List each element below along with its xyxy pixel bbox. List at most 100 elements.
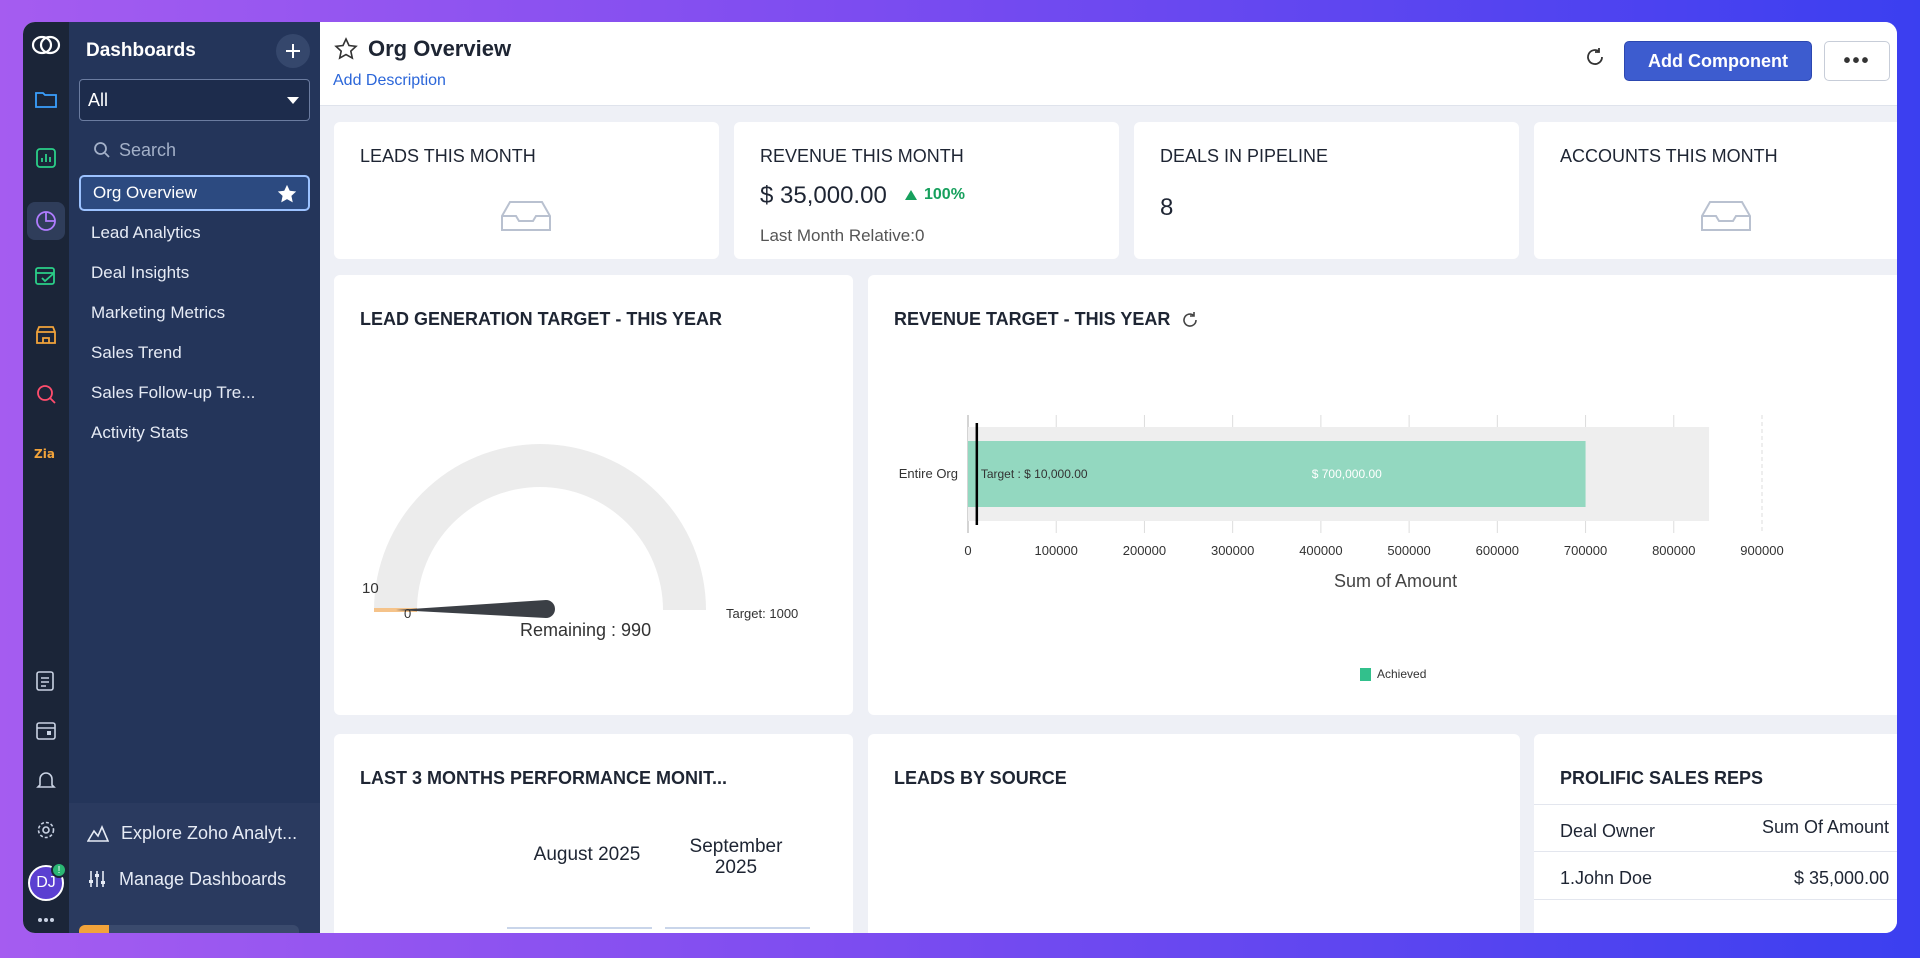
legend-swatch xyxy=(1360,667,1371,681)
row-owner: 1.John Doe xyxy=(1560,868,1653,888)
card-title: PROLIFIC SALES REPS xyxy=(1560,768,1764,788)
star-filled-icon[interactable] xyxy=(276,183,298,205)
gear-icon[interactable] xyxy=(31,815,61,845)
sidebar-item-label: Deal Insights xyxy=(91,263,190,282)
store-icon[interactable] xyxy=(31,320,61,350)
explore-label: Explore Zoho Analyt... xyxy=(121,822,298,843)
x-tick-label: 100000 xyxy=(1035,543,1078,558)
card-title: DEALS IN PIPELINE xyxy=(1160,146,1329,166)
folder-icon[interactable] xyxy=(31,84,61,114)
table-grid-line xyxy=(507,927,652,929)
deals-value: 8 xyxy=(1160,194,1174,221)
sidebar-item-label: Activity Stats xyxy=(91,423,189,442)
sliders-icon xyxy=(89,871,105,887)
sidebar-item-marketing-metrics[interactable]: Marketing Metrics xyxy=(79,295,310,331)
sidebar-item-sales-trend[interactable]: Sales Trend xyxy=(79,335,310,371)
calendar-icon[interactable] xyxy=(31,715,61,745)
chevron-down-icon xyxy=(287,96,299,104)
column-deal-owner[interactable]: Deal Owner xyxy=(1560,821,1655,842)
add-component-button[interactable]: Add Component xyxy=(1624,41,1812,81)
card-title: LEADS BY SOURCE xyxy=(894,768,1067,788)
manage-label: Manage Dashboards xyxy=(119,868,287,889)
refresh-icon[interactable] xyxy=(1584,46,1606,74)
page-title: Org Overview xyxy=(368,36,512,61)
sidebar-item-lead-analytics[interactable]: Lead Analytics xyxy=(79,215,310,251)
dashboard-list: Org Overview Lead Analytics Deal Insight… xyxy=(69,175,320,451)
manage-dashboards-link[interactable]: Manage Dashboards xyxy=(69,861,320,897)
accounts-this-month-card: ACCOUNTS THIS MONTH xyxy=(1534,122,1897,259)
prolific-sales-reps-card: PROLIFIC SALES REPS Deal Owner Sum Of Am… xyxy=(1534,734,1897,933)
target-data-label: Target : $ 10,000.00 xyxy=(981,467,1088,481)
lead-generation-gauge-card: LEAD GENERATION TARGET - THIS YEAR 10 0 … xyxy=(334,275,853,715)
revenue-value: $ 35,000.00 xyxy=(760,182,887,209)
card-title: LAST 3 MONTHS PERFORMANCE MONIT... xyxy=(360,768,728,788)
sidebar-item-sales-follow-up[interactable]: Sales Follow-up Tre... xyxy=(79,375,310,411)
chart-legend[interactable]: Achieved xyxy=(1360,667,1426,681)
sidebar-search[interactable]: Search xyxy=(93,135,320,165)
notes-icon[interactable] xyxy=(31,665,61,695)
last-3-months-card: LAST 3 MONTHS PERFORMANCE MONIT... Augus… xyxy=(334,734,853,933)
filter-select-value: All xyxy=(88,89,109,110)
gauge-target-label: Target: 1000 xyxy=(726,606,799,621)
gauge-needle xyxy=(396,600,555,618)
zoho-logo-icon[interactable] xyxy=(31,30,61,60)
apps-grid-icon[interactable] xyxy=(31,915,61,929)
add-dashboard-button[interactable] xyxy=(276,34,310,68)
category-label: Entire Org xyxy=(899,466,958,481)
more-options-button[interactable]: ••• xyxy=(1824,41,1890,81)
sidebar-item-activity-stats[interactable]: Activity Stats xyxy=(79,415,310,451)
x-tick-label: 0 xyxy=(964,543,971,558)
x-axis-label: Sum of Amount xyxy=(1334,571,1458,591)
column-september: September 2025 xyxy=(689,836,783,878)
empty-inbox-icon xyxy=(501,201,551,231)
zia-icon[interactable]: Zia xyxy=(31,438,61,468)
revenue-bar-chart: 0 100000 200000 300000 400000 500000 600000 700… xyxy=(899,415,1784,558)
dashboard-filter-select[interactable]: All xyxy=(79,79,310,121)
column-august: August 2025 xyxy=(533,844,641,865)
empty-inbox-icon xyxy=(1701,201,1751,231)
mountain-chart-icon xyxy=(87,825,109,842)
dashboard-canvas: Org Overview Add Description Add Compone… xyxy=(320,22,1897,933)
sidebar-item-deal-insights[interactable]: Deal Insights xyxy=(79,255,310,291)
plus-icon xyxy=(286,44,300,58)
gauge-min-label: 0 xyxy=(404,606,412,621)
arrow-up-icon xyxy=(905,190,917,200)
x-tick-label: 500000 xyxy=(1387,543,1430,558)
card-title: LEADS THIS MONTH xyxy=(360,146,536,166)
x-tick-label: 200000 xyxy=(1123,543,1166,558)
gauge-value-label: 10 xyxy=(362,580,379,597)
svg-text:Zia: Zia xyxy=(34,447,55,460)
table-grid-line xyxy=(665,927,810,929)
search-analytics-icon[interactable] xyxy=(31,379,61,409)
revenue-delta: 100% xyxy=(924,186,965,203)
x-tick-label: 400000 xyxy=(1299,543,1342,558)
add-description-link[interactable]: Add Description xyxy=(333,72,446,90)
dashboard-icon[interactable] xyxy=(27,202,65,240)
star-outline-icon[interactable] xyxy=(334,37,358,61)
sidebar-title: Dashboards xyxy=(86,40,196,61)
column-sum-of-amount[interactable]: Sum Of Amount xyxy=(1762,817,1889,838)
card-title: REVENUE THIS MONTH xyxy=(760,146,964,166)
avatar-badge: ! xyxy=(51,862,67,878)
dashboards-sidebar: Dashboards All Search Org Overview Lead … xyxy=(69,22,320,933)
x-tick-label: 800000 xyxy=(1652,543,1695,558)
bell-icon[interactable] xyxy=(31,765,61,795)
sidebar-item-org-overview[interactable]: Org Overview xyxy=(79,175,310,211)
revenue-this-month-card: REVENUE THIS MONTH $ 35,000.00 100% Last… xyxy=(734,122,1119,259)
trial-progress-strip xyxy=(79,925,299,933)
x-tick-label: 300000 xyxy=(1211,543,1254,558)
dashboard-header: Org Overview Add Description Add Compone… xyxy=(320,22,1897,106)
sidebar-item-label: Lead Analytics xyxy=(91,223,201,242)
bar-value-label: $ 700,000.00 xyxy=(1312,467,1382,481)
report-icon[interactable] xyxy=(31,143,61,173)
sidebar-item-label: Org Overview xyxy=(93,183,197,202)
avatar-initials: DJ xyxy=(36,874,56,891)
avatar[interactable]: DJ ! xyxy=(28,862,67,901)
revenue-subtext: Last Month Relative:0 xyxy=(760,226,925,245)
planner-icon[interactable] xyxy=(31,261,61,291)
sidebar-item-label: Marketing Metrics xyxy=(91,303,226,322)
explore-analytics-link[interactable]: Explore Zoho Analyt... xyxy=(69,815,320,851)
deals-in-pipeline-card: DEALS IN PIPELINE 8 xyxy=(1134,122,1519,259)
table-row: 1.John Doe $ 35,000.00 xyxy=(1534,852,1897,900)
search-placeholder: Search xyxy=(119,139,177,160)
